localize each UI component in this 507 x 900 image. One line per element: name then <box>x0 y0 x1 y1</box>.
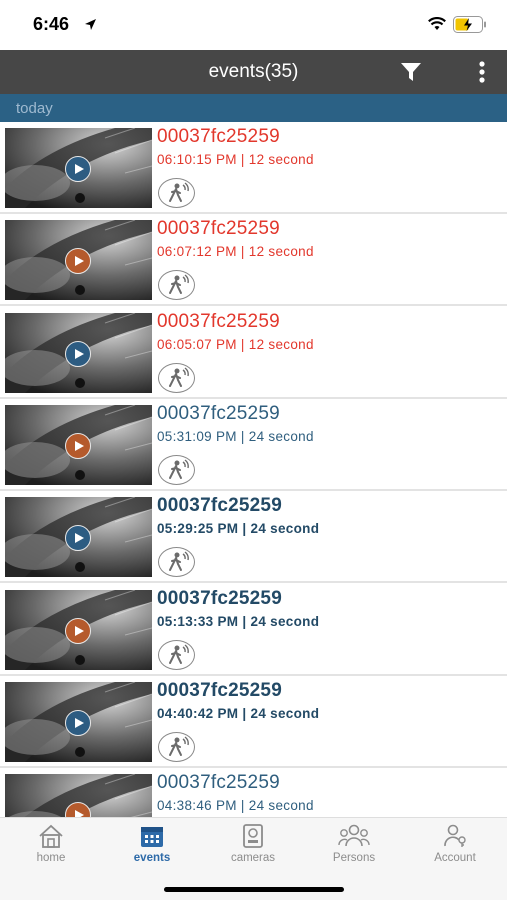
tab-home-label: home <box>36 852 66 864</box>
event-time-duration: 04:40:42 PM | 24 second <box>157 705 320 721</box>
tab-events-label: events <box>133 852 171 864</box>
section-header: today <box>0 94 507 122</box>
motion-person-icon <box>158 547 195 578</box>
event-time-duration: 06:07:12 PM | 12 second <box>157 244 314 260</box>
tab-cameras[interactable]: cameras <box>203 824 303 874</box>
persons-icon <box>338 824 370 847</box>
event-device-id: 00037fc25259 <box>157 587 282 609</box>
video-thumbnail[interactable] <box>5 312 152 393</box>
status-bar: 6:46 <box>0 0 507 50</box>
tab-account[interactable]: Account <box>405 824 505 874</box>
motion-person-icon <box>158 639 195 670</box>
event-row[interactable]: 00037fc25259 06:07:12 PM | 12 second <box>0 216 507 307</box>
play-icon[interactable] <box>65 432 91 459</box>
event-device-id: 00037fc25259 <box>157 495 282 517</box>
location-arrow-icon <box>85 19 96 30</box>
event-row[interactable]: 00037fc25259 05:29:25 PM | 24 second <box>0 493 507 584</box>
motion-person-icon <box>158 731 195 762</box>
event-device-id: 00037fc25259 <box>157 772 280 794</box>
event-device-id: 00037fc25259 <box>157 679 282 701</box>
event-device-id: 00037fc25259 <box>157 402 280 424</box>
event-time-duration: 06:05:07 PM | 12 second <box>157 336 314 352</box>
event-row[interactable]: 00037fc25259 04:40:42 PM | 24 second <box>0 677 507 768</box>
motion-person-icon <box>158 178 195 208</box>
home-icon <box>39 824 63 848</box>
account-icon <box>444 824 466 847</box>
play-icon[interactable] <box>65 525 91 552</box>
event-row[interactable]: 00037fc25259 06:05:07 PM | 12 second <box>0 308 507 399</box>
video-thumbnail[interactable] <box>5 220 152 301</box>
event-device-id: 00037fc25259 <box>157 218 280 240</box>
play-icon[interactable] <box>65 340 91 367</box>
event-device-id: 00037fc25259 <box>157 310 280 332</box>
play-icon[interactable] <box>65 709 91 736</box>
motion-person-icon <box>158 362 195 393</box>
wifi-icon <box>428 17 446 30</box>
play-icon[interactable] <box>65 156 91 182</box>
video-thumbnail[interactable] <box>5 404 152 485</box>
page-title: events(35) <box>208 61 299 82</box>
video-thumbnail[interactable] <box>5 497 152 578</box>
status-time: 6:46 <box>33 14 70 34</box>
section-label: today <box>16 100 53 117</box>
event-row[interactable]: 00037fc25259 05:31:09 PM | 24 second <box>0 400 507 491</box>
event-row[interactable]: 00037fc25259 06:10:15 PM | 12 second <box>0 124 507 214</box>
event-time-duration: 05:29:25 PM | 24 second <box>157 521 320 537</box>
more-vertical-icon[interactable] <box>474 60 490 84</box>
tab-persons-label: Persons <box>332 852 376 864</box>
event-device-id: 00037fc25259 <box>157 126 280 147</box>
video-thumbnail[interactable] <box>5 589 152 670</box>
tab-account-label: Account <box>434 852 476 864</box>
event-row[interactable]: 00037fc25259 05:13:33 PM | 24 second <box>0 585 507 676</box>
tab-cameras-label: cameras <box>230 852 276 864</box>
tab-home[interactable]: home <box>1 824 101 874</box>
video-thumbnail[interactable] <box>5 681 152 762</box>
tab-events[interactable]: events <box>102 824 202 874</box>
app-header: events(35) <box>0 50 507 94</box>
home-indicator <box>164 887 344 892</box>
event-row[interactable]: 00037fc25259 04:38:46 PM | 24 second <box>0 770 507 817</box>
event-time-duration: 04:38:46 PM | 24 second <box>157 798 314 814</box>
motion-person-icon <box>158 270 195 301</box>
filter-icon[interactable] <box>400 62 422 82</box>
events-list[interactable]: 00037fc25259 06:10:15 PM | 12 second 000… <box>0 124 507 817</box>
play-icon[interactable] <box>65 617 91 644</box>
event-time-duration: 05:13:33 PM | 24 second <box>157 613 320 629</box>
tab-persons[interactable]: Persons <box>304 824 404 874</box>
video-thumbnail[interactable] <box>5 774 152 817</box>
event-time-duration: 05:31:09 PM | 24 second <box>157 428 314 444</box>
event-time-duration: 06:10:15 PM | 12 second <box>157 152 314 167</box>
camera-icon <box>243 824 263 848</box>
calendar-icon <box>141 827 163 847</box>
video-thumbnail[interactable] <box>5 128 152 208</box>
motion-person-icon <box>158 454 195 485</box>
battery-charging-icon <box>453 16 486 33</box>
